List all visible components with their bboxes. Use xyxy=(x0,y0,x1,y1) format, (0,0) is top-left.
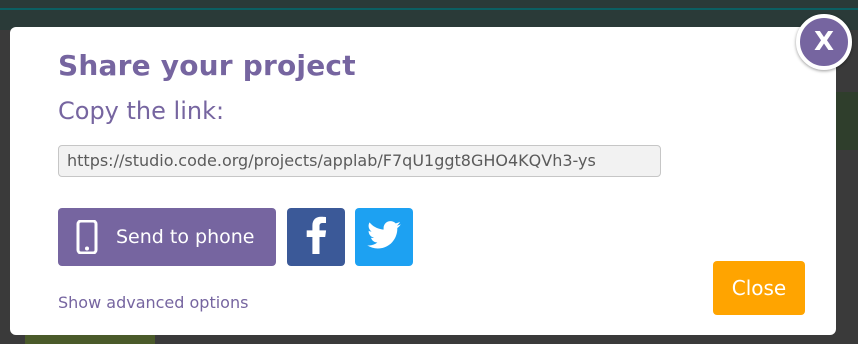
background-panel xyxy=(836,92,858,150)
facebook-icon xyxy=(304,216,328,259)
close-button[interactable]: Close xyxy=(713,261,805,315)
close-x-button[interactable]: X xyxy=(796,14,852,70)
dialog-title: Share your project xyxy=(58,49,356,82)
twitter-icon xyxy=(367,220,401,254)
twitter-share-button[interactable] xyxy=(355,208,413,266)
background-toolbar xyxy=(0,0,858,30)
facebook-share-button[interactable] xyxy=(287,208,345,266)
share-dialog: Share your project Copy the link: https:… xyxy=(10,27,836,335)
send-to-phone-label: Send to phone xyxy=(116,226,255,248)
copy-link-label: Copy the link: xyxy=(58,97,225,125)
share-link-field[interactable]: https://studio.code.org/projects/applab/… xyxy=(58,145,661,177)
send-to-phone-button[interactable]: Send to phone xyxy=(58,208,276,266)
phone-icon xyxy=(76,219,98,255)
show-advanced-options-link[interactable]: Show advanced options xyxy=(58,293,248,312)
background-toolbar-line xyxy=(0,8,858,10)
